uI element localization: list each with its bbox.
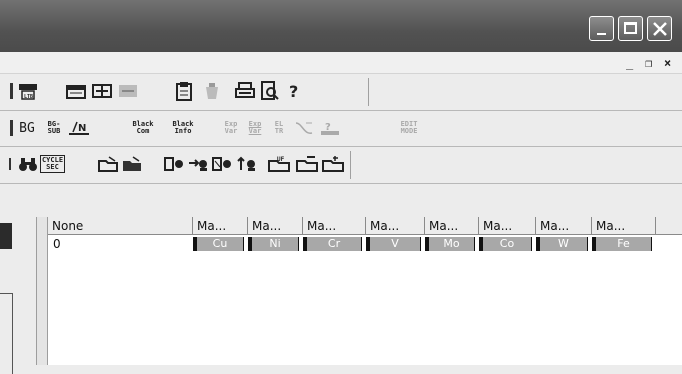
move-up-icon[interactable] bbox=[234, 153, 257, 175]
column-header[interactable]: Ma... bbox=[366, 217, 425, 235]
column-header[interactable]: Ma... bbox=[536, 217, 592, 235]
left-pane-marker bbox=[0, 223, 12, 249]
data-grid[interactable]: None Ma... Ma... Ma... Ma... Ma... Ma...… bbox=[48, 217, 682, 365]
svg-text:LTB: LTB bbox=[24, 94, 33, 100]
row-value: 0 bbox=[53, 237, 61, 251]
column-header-none[interactable]: None bbox=[48, 217, 193, 235]
column-header-filler bbox=[656, 217, 682, 235]
mdi-minimize-button[interactable]: _ bbox=[626, 56, 633, 70]
mdi-close-button[interactable]: × bbox=[664, 56, 671, 70]
column-header[interactable]: Ma... bbox=[479, 217, 536, 235]
column-header[interactable]: Ma... bbox=[425, 217, 479, 235]
element-cell[interactable]: Mo bbox=[425, 237, 475, 251]
curve-disabled-icon bbox=[292, 117, 315, 139]
table-row[interactable]: 0 Cu Ni Cr V Mo Co W Fe bbox=[48, 236, 682, 252]
folder-tool-3-icon[interactable] bbox=[320, 153, 346, 175]
move-down-icon[interactable] bbox=[162, 153, 185, 175]
export-disabled-icon bbox=[116, 80, 139, 102]
svg-text:N: N bbox=[78, 123, 86, 134]
black-com-button[interactable]: Black Com bbox=[130, 117, 156, 139]
open-folder-icon[interactable] bbox=[96, 153, 119, 175]
svg-text:?: ? bbox=[289, 82, 298, 101]
mdi-restore-button[interactable]: ❐ bbox=[645, 56, 652, 70]
stamp-disabled-icon: ? bbox=[318, 117, 341, 139]
minimize-icon bbox=[597, 33, 606, 35]
toolbar-1: LTB ? bbox=[0, 74, 682, 110]
close-icon bbox=[653, 22, 667, 36]
toolbar-3: CYCLE SEC UF bbox=[0, 147, 682, 183]
element-cell[interactable]: Co bbox=[479, 237, 532, 251]
bg-sub-button[interactable]: BG- SUB bbox=[42, 117, 66, 139]
cycle-sec-button[interactable]: CYCLE SEC bbox=[39, 153, 66, 175]
maximize-button[interactable] bbox=[618, 16, 643, 41]
el-tr-disabled-button: EL TR bbox=[274, 120, 284, 135]
toolbar-1-end bbox=[368, 78, 369, 106]
line-n-icon[interactable]: N bbox=[66, 117, 92, 139]
left-pane-frame bbox=[0, 293, 13, 374]
maximize-icon bbox=[624, 22, 637, 34]
menu-bar: _ ❐ × bbox=[0, 52, 682, 74]
element-cell[interactable]: V bbox=[366, 237, 421, 251]
element-cell[interactable]: Cu bbox=[193, 237, 244, 251]
toolbar-2: BG BG- SUB N Black Com Black Info Exp Va… bbox=[0, 111, 682, 147]
element-cell[interactable]: Ni bbox=[248, 237, 299, 251]
edit-mode-disabled-button: EDIT MODE bbox=[400, 120, 418, 135]
column-header[interactable]: Ma... bbox=[193, 217, 248, 235]
element-cell[interactable]: Fe bbox=[592, 237, 652, 251]
help-icon[interactable]: ? bbox=[282, 80, 305, 102]
convert-icon[interactable] bbox=[90, 80, 113, 102]
svg-text:UF: UF bbox=[277, 156, 285, 163]
binoculars-icon[interactable] bbox=[16, 153, 39, 175]
trash-disabled-icon bbox=[200, 80, 223, 102]
report-icon[interactable] bbox=[64, 80, 87, 102]
print-icon[interactable] bbox=[233, 80, 256, 102]
move-diag-icon[interactable] bbox=[210, 153, 233, 175]
print-preview-icon[interactable] bbox=[258, 80, 281, 102]
clipboard-icon[interactable] bbox=[172, 80, 195, 102]
toolbar-3-end bbox=[350, 151, 351, 179]
column-header[interactable]: Ma... bbox=[248, 217, 303, 235]
open-folder-2-icon[interactable] bbox=[120, 153, 143, 175]
bg-button[interactable]: BG bbox=[15, 117, 39, 139]
title-bar bbox=[0, 0, 682, 52]
minimize-button[interactable] bbox=[589, 16, 614, 41]
close-button[interactable] bbox=[647, 16, 672, 41]
column-header[interactable]: Ma... bbox=[303, 217, 366, 235]
toolbar-separator bbox=[0, 183, 682, 184]
move-right-icon[interactable] bbox=[186, 153, 209, 175]
exp-var-2-disabled-button: Exp Var bbox=[248, 120, 262, 135]
folder-tool-icon[interactable]: UF bbox=[266, 153, 292, 175]
save-layout-icon[interactable]: LTB bbox=[16, 80, 39, 102]
element-cell[interactable]: Cr bbox=[303, 237, 362, 251]
folder-tool-2-icon[interactable] bbox=[294, 153, 320, 175]
exp-var-disabled-button: Exp Var bbox=[224, 120, 238, 135]
black-info-button[interactable]: Black Info bbox=[170, 117, 196, 139]
column-header[interactable]: Ma... bbox=[592, 217, 656, 235]
splitter[interactable] bbox=[36, 217, 48, 365]
element-cell[interactable]: W bbox=[536, 237, 588, 251]
left-pane bbox=[0, 217, 36, 374]
